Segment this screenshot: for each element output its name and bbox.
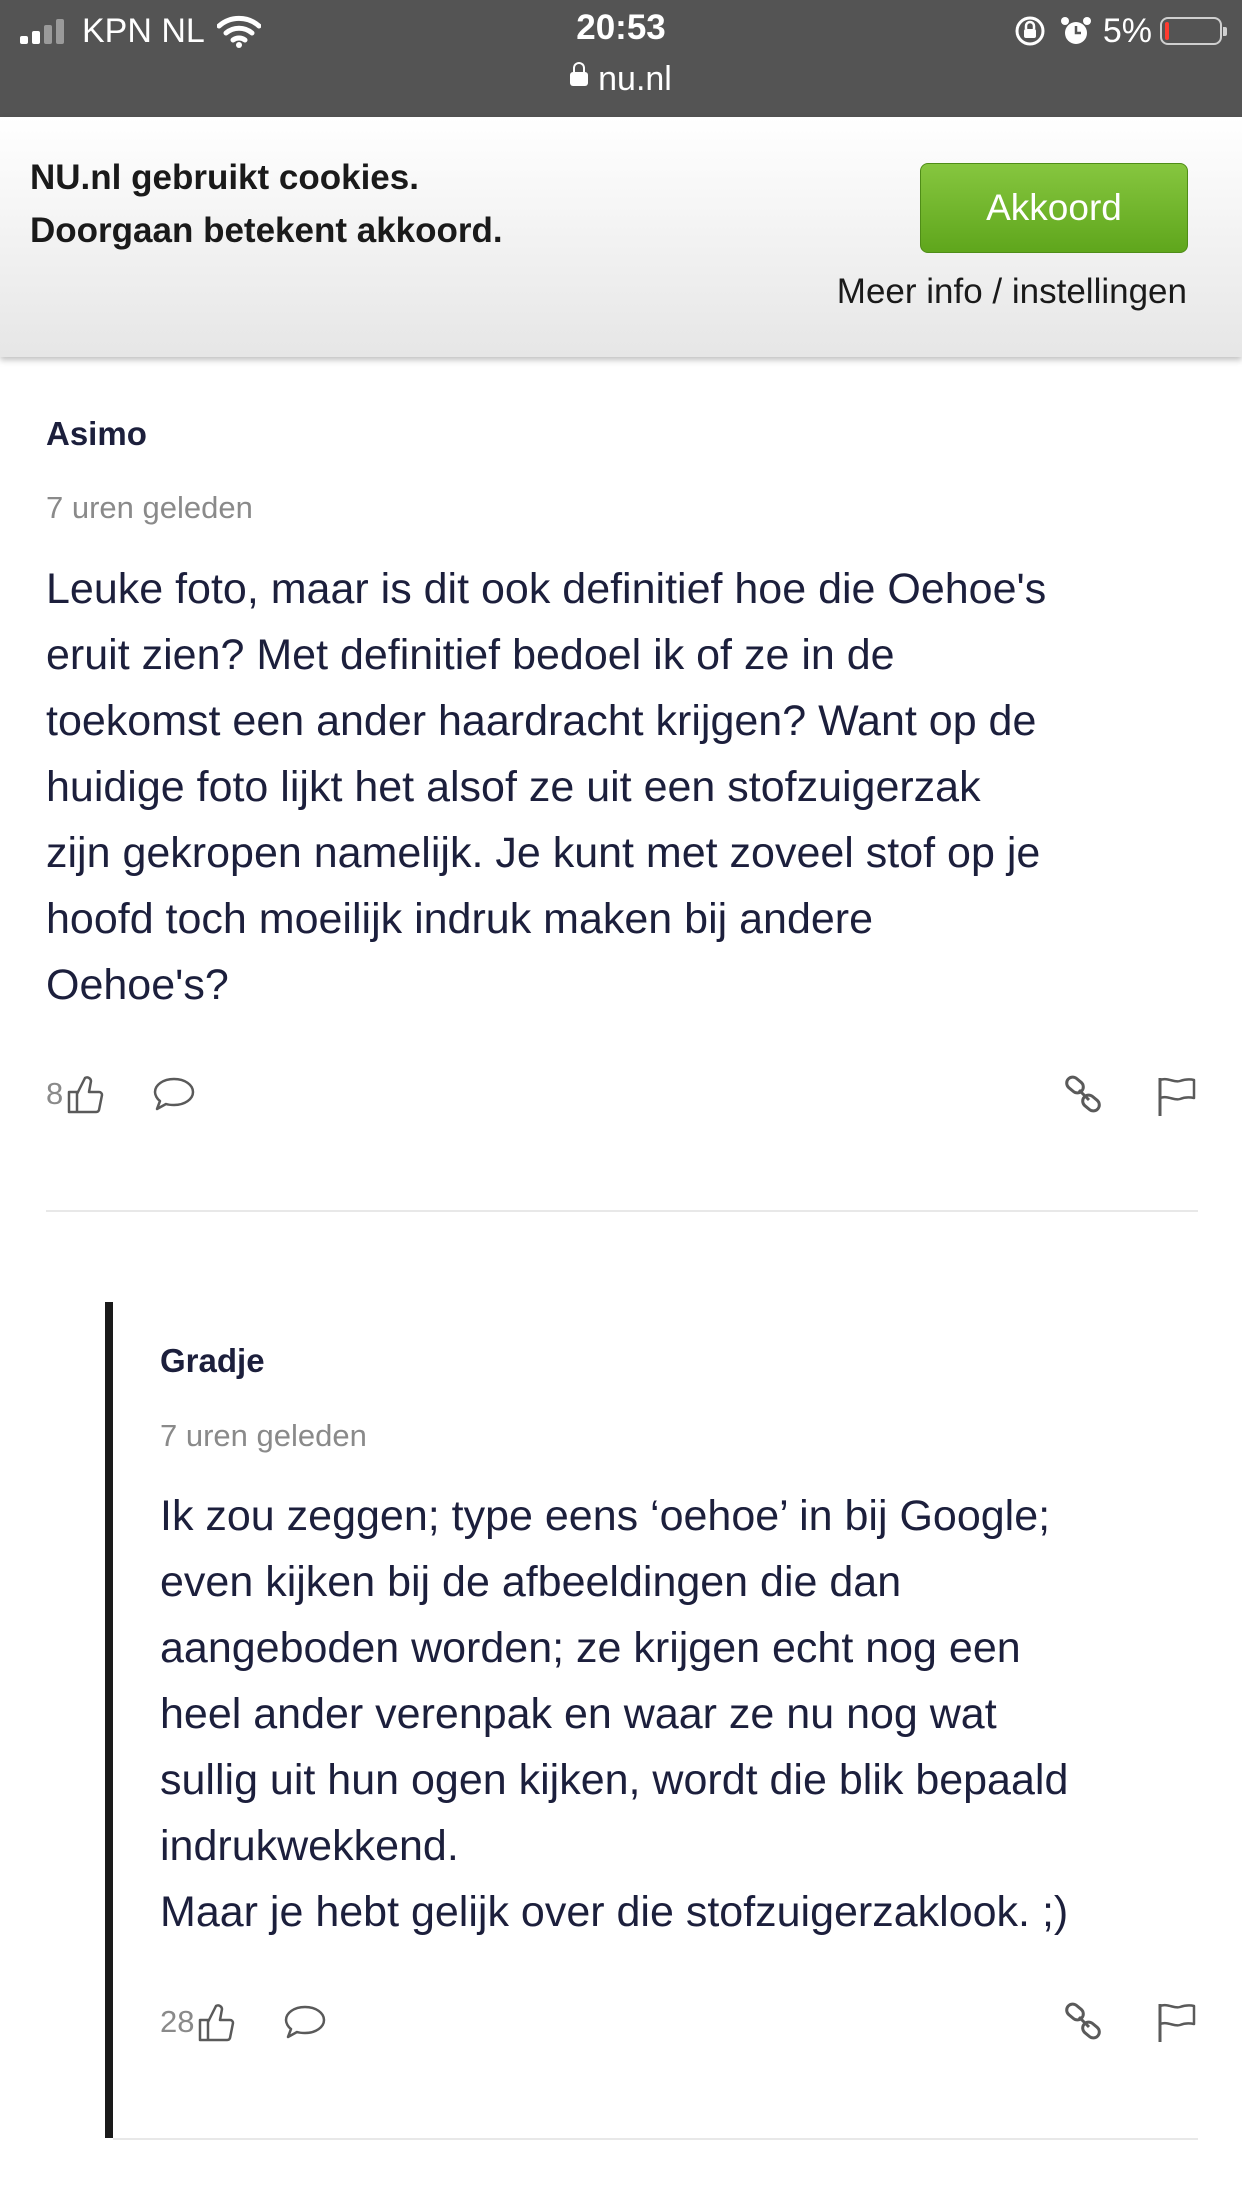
comment-body: Leuke foto, maar is dit ook definitief h… [46, 556, 1216, 1018]
reply-thread-bar [105, 1302, 113, 2138]
lock-icon [570, 62, 589, 87]
battery-icon [1160, 17, 1227, 45]
comment-line: huidige foto lijkt het alsof ze uit een … [46, 763, 981, 811]
cookie-line-1: NU.nl gebruikt cookies. [30, 158, 419, 197]
thumbs-up-icon[interactable] [196, 2000, 236, 2044]
comment-icon[interactable] [282, 2002, 328, 2042]
more-info-link[interactable]: Meer info / instellingen [837, 272, 1187, 312]
comment-line: indrukwekkend. [160, 1822, 459, 1870]
comment-divider [46, 1210, 1198, 1212]
comment-line: hoofd toch moeilijk indruk maken bij and… [46, 895, 874, 943]
comment-line: Ik zou zeggen; type eens ‘oehoe’ in bij … [160, 1492, 1051, 1540]
comment-line: even kijken bij de afbeeldingen die dan [160, 1558, 902, 1606]
url-text: nu.nl [598, 60, 672, 98]
like-count: 8 [46, 1076, 64, 1111]
accept-cookies-button[interactable]: Akkoord [920, 163, 1188, 253]
status-right: 5% [1013, 8, 1227, 54]
comment-line: Oehoe's? [46, 961, 229, 1009]
comment-body: Ik zou zeggen; type eens ‘oehoe’ in bij … [160, 1483, 1225, 1945]
link-icon[interactable] [1062, 2000, 1106, 2044]
battery-percent: 5% [1102, 11, 1152, 50]
like-count: 28 [160, 2004, 195, 2039]
comment-actions: 8 [46, 1072, 197, 1116]
cookie-message: NU.nl gebruikt cookies. Doorgaan beteken… [30, 151, 503, 257]
comment-line: Maar je hebt gelijk over die stofzuigerz… [160, 1888, 1069, 1936]
cookie-line-2: Doorgaan betekent akkoord. [30, 211, 503, 250]
comment-author[interactable]: Gradje [160, 1342, 265, 1380]
alarm-icon [1059, 14, 1093, 48]
comment-line: zijn gekropen namelijk. Je kunt met zove… [46, 829, 1041, 877]
flag-icon[interactable] [1155, 2000, 1199, 2044]
status-bar: KPN NL 20:53 nu.nl 5% [0, 0, 1242, 117]
comment-line: heel ander verenpak en waar ze nu nog wa… [160, 1690, 997, 1738]
comment-line: sullig uit hun ogen kijken, wordt die bl… [160, 1756, 1069, 1804]
comment-line: Leuke foto, maar is dit ook definitief h… [46, 565, 1047, 613]
link-icon[interactable] [1062, 1073, 1106, 1117]
rotation-lock-icon [1013, 14, 1047, 48]
comment-line: eruit zien? Met definitief bedoel ik of … [46, 631, 895, 679]
cookie-banner: NU.nl gebruikt cookies. Doorgaan beteken… [0, 117, 1242, 357]
flag-icon[interactable] [1155, 1074, 1199, 1118]
comment-time: 7 uren geleden [46, 490, 253, 525]
comment-icon[interactable] [151, 1074, 197, 1114]
comment-actions: 28 [160, 2000, 328, 2044]
thumbs-up-icon[interactable] [65, 1072, 105, 1116]
comment-time: 7 uren geleden [160, 1418, 367, 1453]
comment-divider [113, 2138, 1198, 2140]
comment-author[interactable]: Asimo [46, 415, 147, 453]
comment-line: toekomst een ander haardracht krijgen? W… [46, 697, 1037, 745]
address-bar[interactable]: nu.nl [0, 60, 1242, 99]
comment-line: aangeboden worden; ze krijgen echt nog e… [160, 1624, 1021, 1672]
